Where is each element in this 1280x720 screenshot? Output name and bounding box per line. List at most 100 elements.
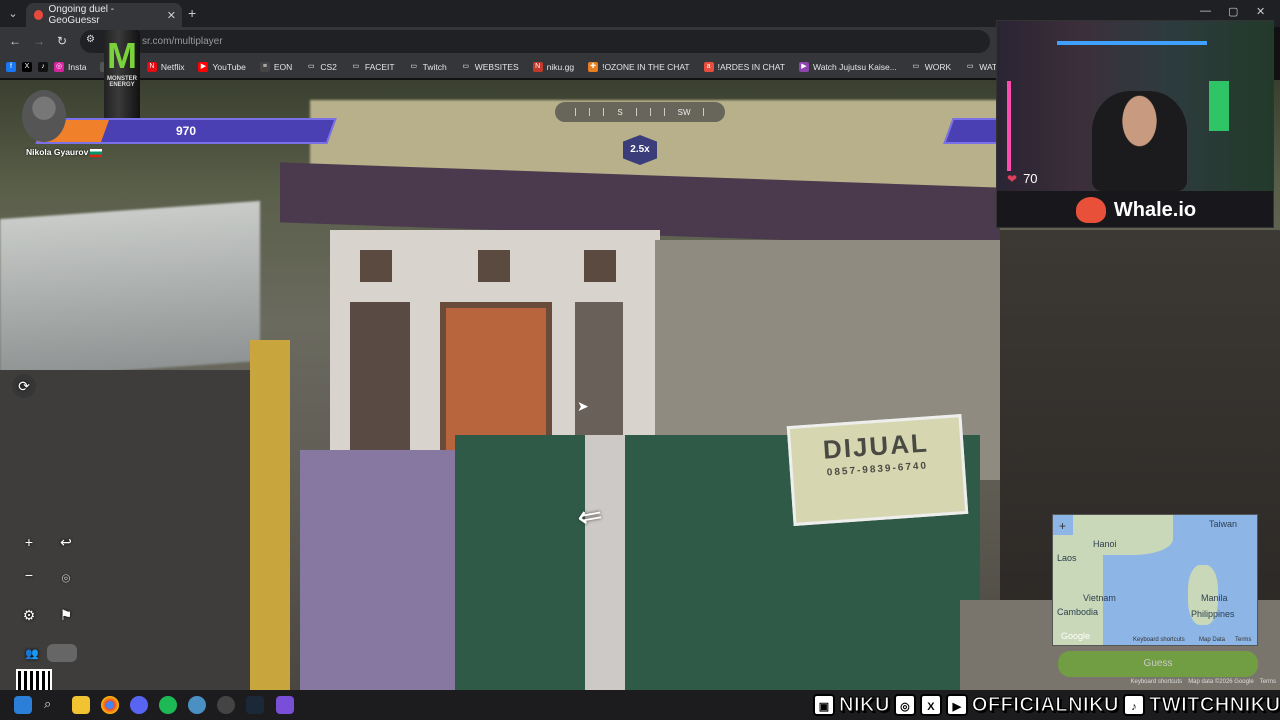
bookmark-item[interactable]: N Netflix bbox=[146, 62, 184, 72]
attribution-shortcuts[interactable]: Keyboard shortcuts bbox=[1130, 679, 1182, 689]
map-label-vietnam: Vietnam bbox=[1083, 593, 1116, 603]
folder-icon: ▭ bbox=[350, 62, 361, 72]
player-avatar bbox=[22, 90, 66, 142]
search-icon[interactable]: ⌕ bbox=[44, 696, 62, 714]
url-input[interactable]: sr.com/multiplayer bbox=[80, 30, 990, 53]
forward-arrow-icon[interactable]: → bbox=[33, 34, 45, 48]
tab-search-chevron-icon[interactable]: ⌄ bbox=[4, 5, 22, 23]
bookmark-item[interactable]: ▭ WEBSITES bbox=[460, 62, 519, 72]
minimize-button[interactable]: — bbox=[1200, 5, 1211, 17]
bookmark-label: FACEIT bbox=[364, 62, 395, 72]
attribution-terms[interactable]: Terms bbox=[1260, 679, 1276, 689]
map-terms-link[interactable]: Terms bbox=[1235, 637, 1251, 643]
left-building-wall bbox=[0, 370, 250, 690]
folder-icon: ▭ bbox=[910, 62, 921, 72]
neon-light bbox=[1057, 41, 1207, 45]
tab-close-icon[interactable]: ✕ bbox=[167, 9, 176, 22]
bookmark-label: !ARDES IN CHAT bbox=[717, 62, 785, 72]
social-handles-overlay: ▣ NIKU ◎ X ▶ OFFICIALNIKU ♪ TWITCHNIKU bbox=[813, 691, 1280, 719]
zoom-in-button[interactable]: + bbox=[17, 530, 41, 554]
bookmark-item[interactable]: ♪ bbox=[38, 62, 48, 72]
map-label-taiwan: Taiwan bbox=[1209, 519, 1238, 529]
neon-light bbox=[1209, 81, 1229, 131]
players-icon[interactable]: 👥 bbox=[20, 642, 44, 666]
bookmark-item[interactable]: ▭ CS2 bbox=[306, 62, 337, 72]
ardes-icon: a bbox=[703, 62, 714, 72]
map-data-link[interactable]: Map Data bbox=[1199, 637, 1225, 643]
nikugg-icon: N bbox=[532, 62, 543, 72]
bookmark-label: YouTube bbox=[212, 62, 246, 72]
wall-vent bbox=[360, 250, 392, 282]
maximize-button[interactable]: ▢ bbox=[1228, 5, 1238, 18]
bookmark-item[interactable]: Nniku.gg bbox=[532, 62, 574, 72]
start-menu-icon[interactable] bbox=[14, 696, 32, 714]
instagram-icon: ◎ bbox=[893, 694, 916, 716]
back-arrow-icon[interactable]: ← bbox=[9, 34, 21, 48]
monster-claw-icon: M bbox=[107, 35, 137, 76]
tab-geoguessr[interactable]: Ongoing duel - GeoGuessr ✕ bbox=[26, 3, 182, 27]
report-icon[interactable]: ⟳ bbox=[12, 374, 36, 398]
new-tab-button[interactable]: + bbox=[188, 5, 196, 21]
discord-icon[interactable] bbox=[130, 696, 148, 714]
bookmark-item[interactable]: ▭ Twitch bbox=[408, 62, 447, 72]
address-toolbar: ← → ↻ sr.com/multiplayer ⚙ bbox=[0, 27, 1000, 56]
bookmark-label: EON bbox=[273, 62, 293, 72]
bookmark-item[interactable]: ✚ !OZONE IN THE CHAT bbox=[588, 62, 690, 72]
heart-rate-icon: ❤ bbox=[1007, 171, 1018, 186]
file-explorer-icon[interactable] bbox=[72, 696, 90, 714]
bookmark-item[interactable]: ▶ YouTube bbox=[198, 62, 246, 72]
twitch-icon: ▣ bbox=[813, 694, 835, 716]
obs-icon[interactable] bbox=[217, 696, 235, 714]
bookmark-label: !OZONE IN THE CHAT bbox=[602, 62, 690, 72]
map-keyboard-shortcuts[interactable]: Keyboard shortcuts bbox=[1133, 637, 1185, 643]
bookmark-item[interactable]: ▭ FACEIT bbox=[350, 62, 395, 72]
yellow-pole bbox=[250, 340, 290, 690]
chrome-icon[interactable] bbox=[101, 696, 119, 714]
bookmark-item[interactable]: ◎ Insta bbox=[54, 62, 86, 72]
bookmark-item[interactable]: a !ARDES IN CHAT bbox=[703, 62, 785, 72]
netflix-icon: N bbox=[146, 62, 157, 72]
bookmark-label: WORK bbox=[924, 62, 952, 72]
emote-button[interactable] bbox=[47, 644, 77, 662]
steam-icon[interactable] bbox=[246, 696, 264, 714]
map-zoom-in-icon[interactable]: + bbox=[1059, 519, 1066, 533]
monster-can-overlay: M MONSTER ENERGY bbox=[104, 30, 140, 122]
window-left bbox=[350, 302, 410, 462]
spotify-icon[interactable] bbox=[159, 696, 177, 714]
sign-phone: 0857-9839-6740 bbox=[826, 460, 929, 479]
social-handle: TWITCHNIKU bbox=[1148, 693, 1280, 716]
folder-icon: ▭ bbox=[306, 62, 317, 72]
bookmark-label: CS2 bbox=[320, 62, 337, 72]
map-label-manila: Manila bbox=[1201, 593, 1228, 603]
undo-move-icon[interactable]: ↩ bbox=[54, 530, 78, 554]
bookmarks-bar: fX♪◎InstaHBONNetflix▶YouTube≡EON▭CS2▭FAC… bbox=[0, 56, 1000, 78]
bookmark-item[interactable]: ▭ WORK bbox=[910, 62, 952, 72]
app-grid-icon[interactable] bbox=[276, 696, 294, 714]
app-icon[interactable] bbox=[188, 696, 206, 714]
guess-minimap[interactable]: + Taiwan Hanoi Laos Vietnam Cambodia Man… bbox=[1052, 514, 1258, 646]
folder-icon: ▭ bbox=[460, 62, 471, 72]
zoom-out-button[interactable]: − bbox=[17, 563, 41, 587]
bookmark-item[interactable]: ▶ Watch Jujutsu Kaise... bbox=[799, 62, 897, 72]
tiktok-icon: ♪ bbox=[1122, 694, 1145, 716]
site-settings-icon[interactable]: ⚙ bbox=[86, 34, 95, 45]
bookmark-item[interactable]: X bbox=[22, 62, 32, 72]
geoguessr-favicon-icon bbox=[34, 10, 44, 20]
bookmark-item[interactable]: ≡ EON bbox=[259, 62, 293, 72]
close-window-button[interactable]: ✕ bbox=[1256, 5, 1265, 18]
bookmark-label: Watch Jujutsu Kaise... bbox=[813, 62, 897, 72]
map-label-laos: Laos bbox=[1057, 553, 1077, 563]
guess-button[interactable]: Guess bbox=[1058, 651, 1258, 677]
map-label-hanoi: Hanoi bbox=[1093, 539, 1117, 549]
settings-gear-icon[interactable]: ⚙ bbox=[17, 603, 41, 627]
bookmark-label: Insta bbox=[68, 62, 87, 72]
x-icon: X bbox=[919, 694, 942, 716]
flag-icon[interactable]: ⚑ bbox=[54, 603, 78, 627]
facebook-icon: f bbox=[6, 62, 16, 72]
bookmark-item[interactable]: f bbox=[6, 62, 16, 72]
wall-vent bbox=[584, 250, 616, 282]
bookmark-item[interactable]: ▭WATCH LATER bbox=[965, 62, 1000, 72]
return-to-start-pin-icon[interactable]: ⌾ bbox=[54, 566, 78, 590]
bookmark-label: WEBSITES bbox=[474, 62, 519, 72]
reload-icon[interactable]: ↻ bbox=[57, 34, 67, 48]
